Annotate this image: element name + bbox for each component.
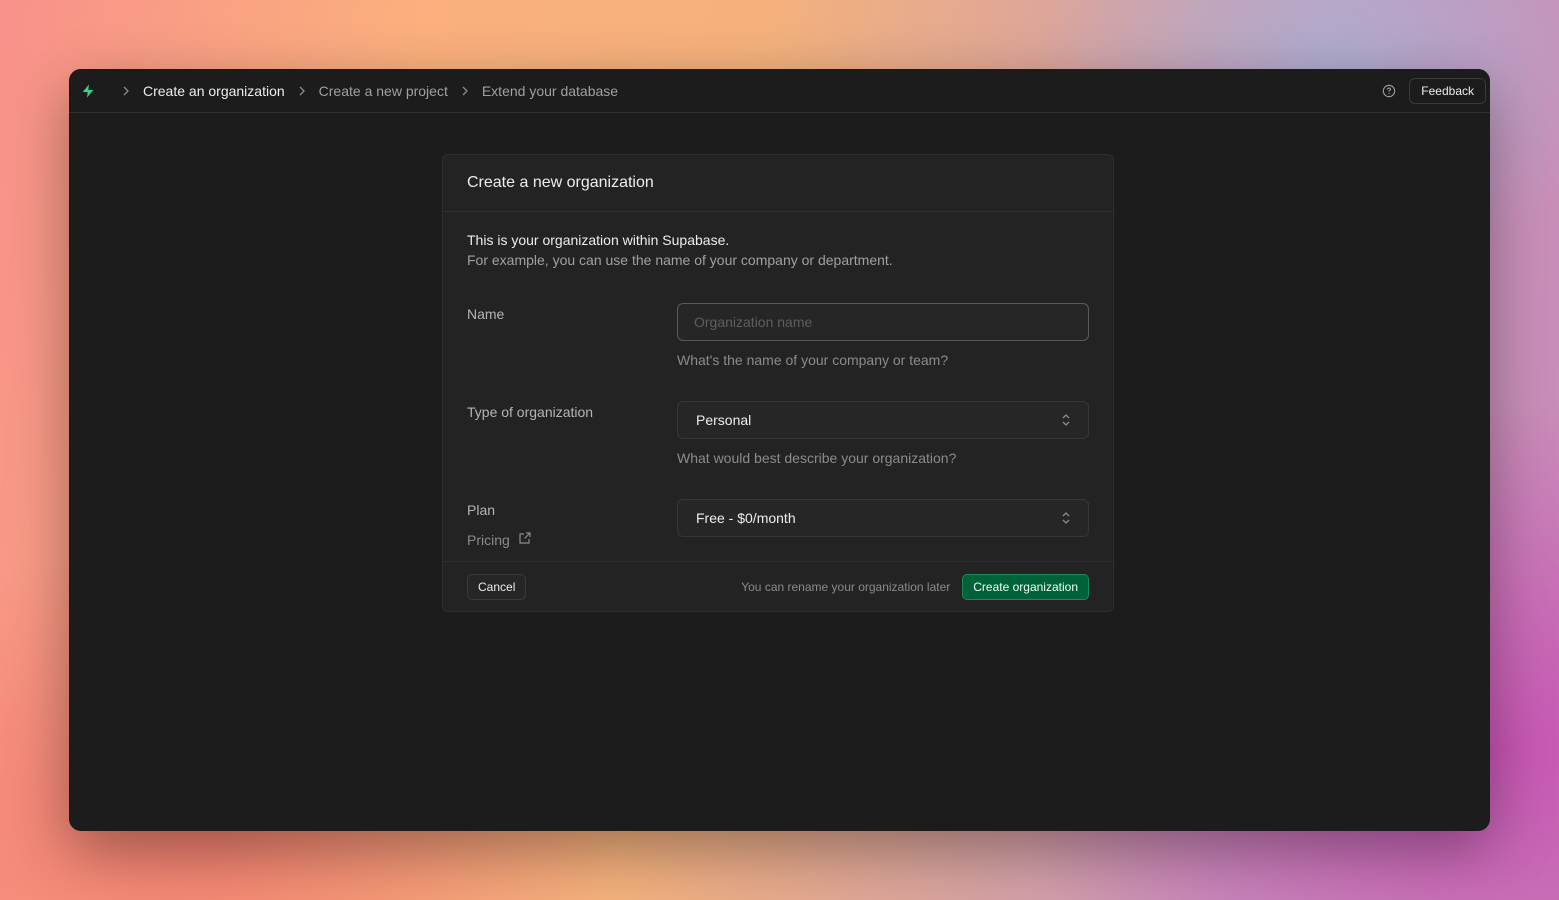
plan-value: Free - $0/month (696, 510, 796, 526)
feedback-button[interactable]: Feedback (1409, 77, 1486, 104)
org-type-select[interactable]: Personal (677, 401, 1089, 439)
supabase-logo-icon[interactable] (77, 80, 99, 102)
card-body: This is your organization within Supabas… (443, 212, 1113, 548)
card-header: Create a new organization (443, 155, 1113, 212)
org-type-row: Type of organization Personal What would… (467, 401, 1089, 466)
intro-subtext: For example, you can use the name of you… (467, 252, 893, 268)
org-type-hint: What would best describe your organizati… (677, 450, 957, 466)
chevron-up-down-icon (1060, 510, 1072, 526)
chevron-right-icon (293, 82, 311, 100)
name-label: Name (467, 306, 505, 322)
name-hint: What's the name of your company or team? (677, 352, 949, 368)
app-window: Create an organization Create a new proj… (69, 69, 1490, 831)
cancel-button[interactable]: Cancel (467, 573, 527, 600)
chevron-right-icon (117, 82, 135, 100)
help-circle-icon[interactable] (1381, 83, 1397, 99)
chevron-right-icon (456, 82, 474, 100)
rename-note: You can rename your organization later (741, 579, 951, 594)
plan-field-group: Free - $0/month (677, 499, 1089, 548)
top-bar: Create an organization Create a new proj… (69, 69, 1490, 113)
plan-label: Plan (467, 502, 496, 518)
plan-select[interactable]: Free - $0/month (677, 499, 1089, 537)
breadcrumb: Create an organization Create a new proj… (109, 82, 618, 100)
organization-name-input[interactable] (677, 303, 1089, 341)
card-footer: Cancel You can rename your organization … (443, 561, 1113, 611)
create-organization-card: Create a new organization This is your o… (442, 154, 1114, 612)
org-type-field-group: Personal What would best describe your o… (677, 401, 1089, 466)
plan-label-group: Plan Pricing (467, 499, 677, 548)
name-row: Name What's the name of your company or … (467, 303, 1089, 368)
breadcrumb-create-project[interactable]: Create a new project (319, 83, 448, 99)
pricing-link-label: Pricing (467, 531, 510, 548)
pricing-link[interactable]: Pricing (467, 531, 677, 548)
org-type-label: Type of organization (467, 404, 594, 420)
plan-row: Plan Pricing Free - $0/month (467, 499, 1089, 548)
card-title: Create a new organization (467, 174, 654, 191)
org-type-value: Personal (696, 412, 752, 428)
external-link-icon (518, 531, 532, 548)
intro-text: This is your organization within Supabas… (467, 232, 730, 248)
chevron-up-down-icon (1060, 412, 1072, 428)
breadcrumb-create-organization[interactable]: Create an organization (143, 83, 285, 99)
name-field-group: What's the name of your company or team? (677, 303, 1089, 368)
footer-actions: You can rename your organization later C… (741, 573, 1089, 600)
breadcrumb-extend-database[interactable]: Extend your database (482, 83, 618, 99)
create-organization-button[interactable]: Create organization (962, 573, 1089, 600)
topbar-actions: Feedback (1381, 77, 1486, 104)
